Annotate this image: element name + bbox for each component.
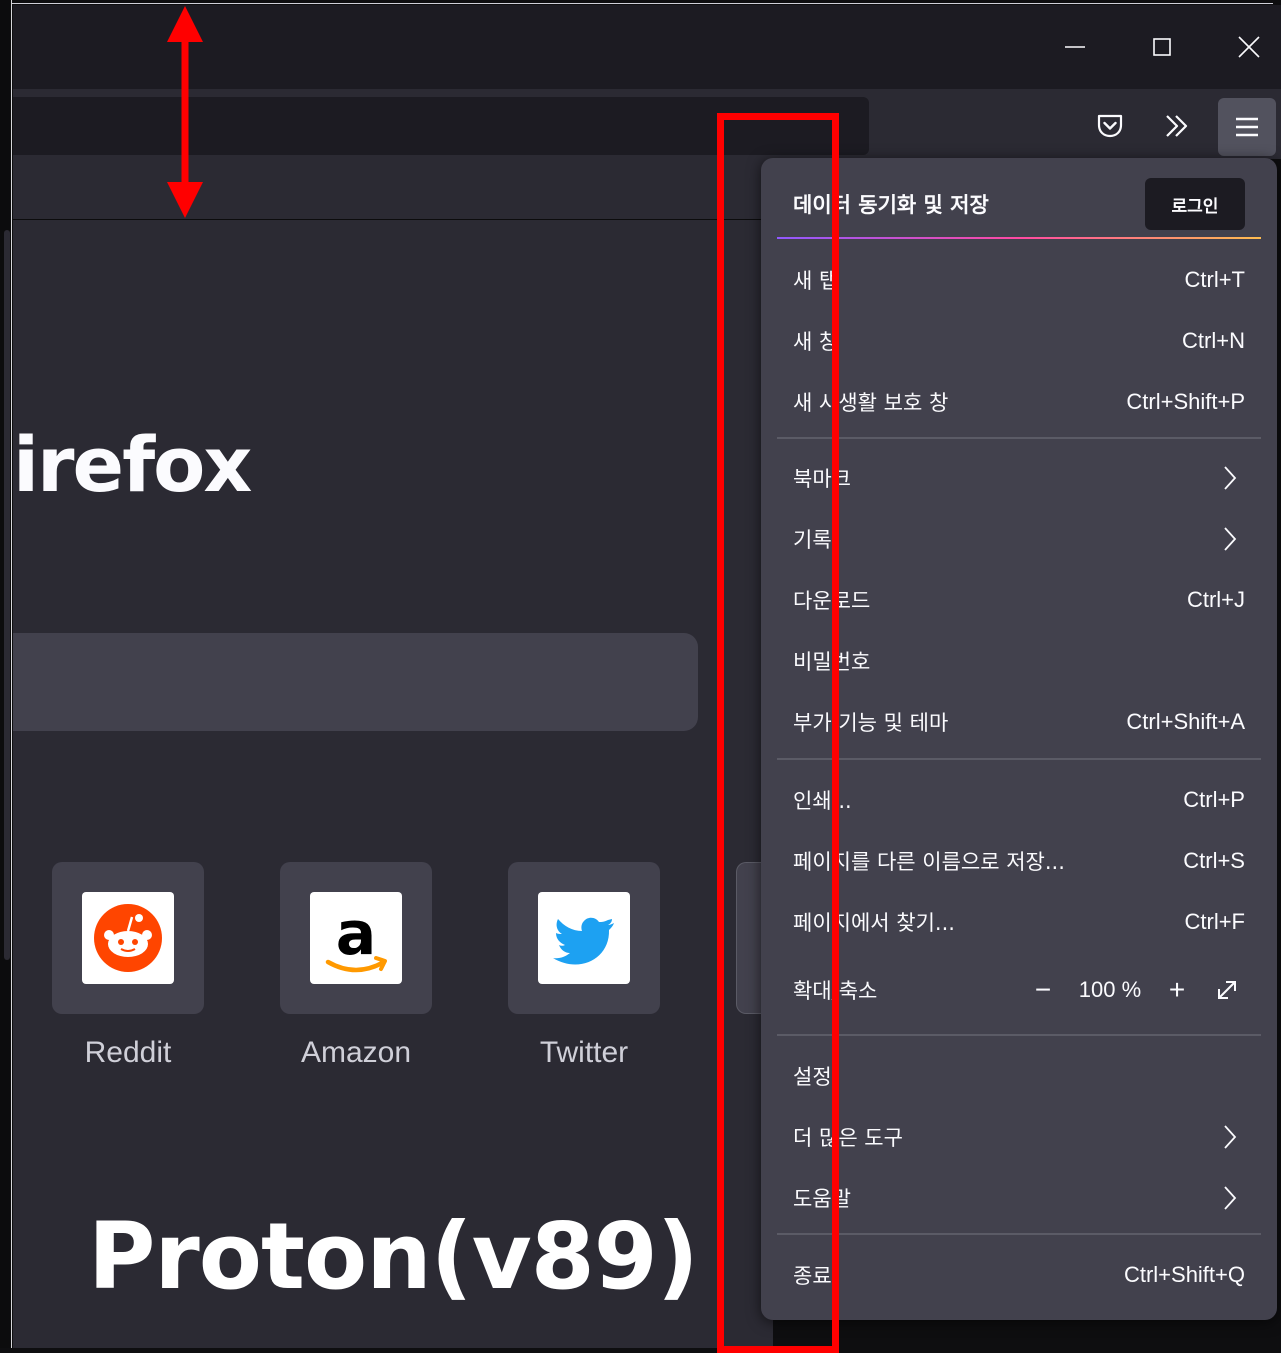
- menu-item-new-private-window[interactable]: 새 사생활 보호 창 Ctrl+Shift+P: [777, 376, 1261, 428]
- close-window-button[interactable]: [1219, 17, 1279, 77]
- menu-separator: [777, 437, 1261, 439]
- minimize-button[interactable]: [1045, 17, 1105, 77]
- top-site-tile-twitter[interactable]: [508, 862, 660, 1014]
- chevron-right-icon: [1224, 466, 1237, 490]
- menu-item-print[interactable]: 인쇄... Ctrl+P: [777, 774, 1261, 826]
- close-icon: [1238, 36, 1260, 58]
- hamburger-menu-icon: [1236, 117, 1258, 137]
- top-site-label-twitter: Twitter: [539, 1036, 629, 1069]
- newtab-search-box[interactable]: [13, 633, 698, 731]
- zoom-out-button[interactable]: −: [1023, 970, 1063, 1010]
- menu-item-new-window[interactable]: 새 창 Ctrl+N: [777, 315, 1261, 367]
- zoom-reset-button[interactable]: 100 %: [1063, 977, 1157, 1003]
- menu-item-save-page-as[interactable]: 페이지를 다른 이름으로 저장... Ctrl+S: [777, 835, 1261, 887]
- menu-separator: [777, 758, 1261, 760]
- zoom-controls: − 100 % +: [1023, 970, 1261, 1010]
- chevron-right-icon: [1224, 1186, 1237, 1210]
- menu-item-shortcut: Ctrl+Shift+Q: [1123, 1262, 1245, 1287]
- menu-item-downloads[interactable]: 다운로드 Ctrl+J: [777, 574, 1261, 626]
- firefox-wordmark: irefox: [13, 420, 252, 509]
- new-tab-page: [13, 220, 773, 1348]
- twitter-icon: [538, 892, 630, 984]
- app-menu-button[interactable]: [1218, 98, 1276, 156]
- fullscreen-button[interactable]: [1207, 970, 1247, 1010]
- highlight-box-annotation: [717, 113, 839, 1353]
- fullscreen-icon: [1218, 981, 1236, 999]
- pocket-icon: [1097, 114, 1123, 138]
- menu-item-more-tools[interactable]: 더 많은 도구: [777, 1111, 1261, 1163]
- chevron-double-right-icon: [1166, 115, 1188, 137]
- menu-item-help[interactable]: 도움말: [777, 1172, 1261, 1224]
- menu-item-shortcut: Ctrl+S: [1183, 848, 1245, 873]
- menu-item-shortcut: Ctrl+J: [1186, 587, 1245, 612]
- sync-separator: [777, 237, 1261, 239]
- sync-header: 데이터 동기화 및 저장 로그인: [777, 172, 1261, 236]
- menu-item-new-tab[interactable]: 새 탭 Ctrl+T: [777, 254, 1261, 306]
- menu-item-passwords[interactable]: 비밀번호: [777, 635, 1261, 687]
- amazon-icon: a: [310, 892, 402, 984]
- top-site-label-reddit: Reddit: [84, 1036, 172, 1069]
- menu-item-history[interactable]: 기록: [777, 513, 1261, 565]
- menu-item-find-in-page[interactable]: 페이지에서 찾기... Ctrl+F: [777, 896, 1261, 948]
- menu-item-shortcut: Ctrl+N: [1182, 328, 1245, 353]
- menu-item-shortcut: Ctrl+F: [1184, 909, 1246, 934]
- maximize-button[interactable]: [1132, 17, 1192, 77]
- double-arrow-annotation: [167, 6, 203, 218]
- menu-item-shortcut: Ctrl+P: [1183, 787, 1245, 812]
- menu-separator: [777, 1034, 1261, 1036]
- zoom-in-button[interactable]: +: [1157, 970, 1197, 1010]
- chevron-right-icon: [1224, 1125, 1237, 1149]
- menu-item-shortcut: Ctrl+Shift+P: [1126, 389, 1245, 414]
- top-site-label-amazon: Amazon: [300, 1036, 412, 1069]
- menu-item-bookmarks[interactable]: 북마크: [777, 452, 1261, 504]
- minimize-icon: [1065, 46, 1085, 48]
- menu-item-exit[interactable]: 종료 Ctrl+Shift+Q: [777, 1249, 1261, 1301]
- maximize-icon: [1153, 38, 1171, 56]
- login-button[interactable]: 로그인: [1145, 178, 1245, 230]
- overlay-caption: Proton(v89): [88, 1203, 699, 1310]
- pocket-button[interactable]: [1084, 100, 1136, 152]
- top-site-tile-reddit[interactable]: [52, 862, 204, 1014]
- menu-item-zoom: 확대/축소 − 100 % +: [777, 964, 1261, 1016]
- overflow-menu-button[interactable]: [1151, 100, 1203, 152]
- top-site-tile-amazon[interactable]: a: [280, 862, 432, 1014]
- reddit-icon: [82, 892, 174, 984]
- menu-item-shortcut: Ctrl+Shift+A: [1126, 709, 1245, 734]
- menu-item-addons-themes[interactable]: 부가 기능 및 테마 Ctrl+Shift+A: [777, 696, 1261, 748]
- left-scrollbar[interactable]: [4, 230, 10, 960]
- menu-separator: [777, 1233, 1261, 1235]
- svg-text:a: a: [336, 899, 377, 969]
- bookmarks-toolbar: [13, 159, 773, 220]
- menu-item-shortcut: Ctrl+T: [1184, 267, 1246, 292]
- chevron-right-icon: [1224, 527, 1237, 551]
- menu-item-settings[interactable]: 설정: [777, 1050, 1261, 1102]
